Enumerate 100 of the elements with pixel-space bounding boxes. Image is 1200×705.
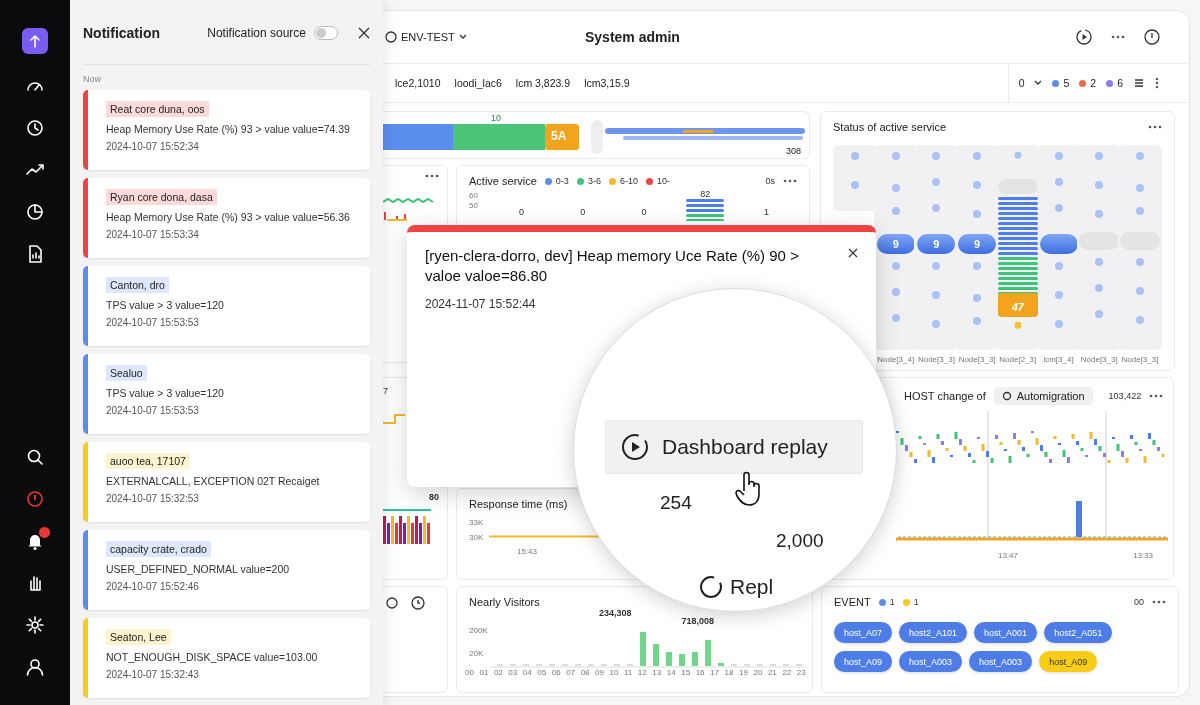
visitor-bar [704,640,711,666]
source-toggle[interactable] [314,26,338,40]
source-tag: Reat core duna, oos [106,101,209,117]
alert-time: 2024-10-07 15:53:53 [106,317,199,328]
value-label: 80 [429,492,439,502]
axis-tick: 07 [566,668,576,677]
line-drawing [383,414,405,424]
axis-tick: 09 [595,668,604,677]
node-label: Node[3_3] [917,355,955,364]
replay-icon [620,432,650,462]
alert-icon[interactable] [25,489,45,509]
axis-tick: 12 [637,668,647,677]
legend-label: 0-3 [555,176,569,186]
peak-label: 234,308 [599,608,632,620]
more-icon[interactable] [1152,600,1166,604]
legend-label: 10- [656,176,670,186]
axis-tick: 18 [724,668,734,677]
node-label: Node[3_4] [877,355,915,364]
event-chip[interactable]: host_A003 [899,651,963,672]
more-icon[interactable] [1111,35,1125,39]
status-count: 6 [1117,77,1123,89]
notification-card[interactable]: Sealuo TPS value > 3 value=120 2024-10-07 15:53:53 [83,354,370,434]
visitor-bar [678,654,685,666]
source-tag: capacity crate, crado [106,541,211,557]
alert-time: 2024-10-07 15:53:34 [106,229,199,240]
visitor-bar [691,652,698,666]
card-title: Nearly Visitors [469,596,541,608]
axis-tick: 06 [551,668,561,677]
source-tag: Canton, dro [106,277,169,293]
axis-tick: 15:43 [517,547,538,556]
event-chip[interactable]: host_A09 [834,651,893,672]
dashboard-replay-button[interactable]: Dashboard replay [605,420,863,474]
response-value: 254 [660,492,693,514]
axis-tick: 14 [666,668,676,677]
more-icon[interactable] [783,179,797,183]
pie-chart-icon[interactable] [25,202,45,222]
notification-card[interactable]: capacity crate, crado USER_DEFINED_NORMAL value=200 2024-10-07 15:52:46 [83,530,370,610]
card-title: Response time (ms) [469,498,568,510]
alert-time: 2024-10-07 15:32:53 [106,493,199,504]
search-icon[interactable] [25,447,45,467]
list-icon[interactable] [1133,77,1145,89]
replay-icon [698,574,724,600]
node-label: Node[3_3] [1080,355,1118,364]
event-chip[interactable]: host2_A051 [1044,622,1113,643]
status-count: 5 [1063,77,1070,89]
card-extra: 0s [765,176,775,186]
environment-selector[interactable]: ENV-TEST [401,31,455,43]
notification-card[interactable]: Reat core duna, oos Heap Memory Use Rate (%) 93 > value value=74.39 2024-10-07 15:52:34 [83,90,370,170]
card-title: HOST change of [904,390,986,402]
caret-icon[interactable] [458,34,467,40]
filter-tab[interactable]: loodi_lac6 [454,77,502,89]
event-chip[interactable]: host_A09 [1039,651,1098,672]
usage-total: 308 [785,146,801,156]
notification-card[interactable]: Seaton, Lee NOT_ENOUGH_DISK_SPACE value=103.00 2024-10-07 15:32:43 [83,618,370,698]
visitor-bar [652,644,659,666]
logo-icon[interactable] [22,28,48,54]
notification-card[interactable]: auoo tea, 17107 EXTERNALCALL, EXCEPTION 02T Recaiget 2024-10-07 15:32:53 [83,442,370,522]
axis-tick: 05 [537,668,547,677]
filter-tab[interactable]: lcm3,15.9 [584,77,630,89]
axis-tick: 13:33 [1132,551,1153,560]
total-value: 2,000 [776,530,825,552]
event-chip[interactable]: host_A07 [834,622,893,643]
event-chip[interactable]: host_A003 [969,651,1033,672]
visitor-bar [639,632,646,666]
axis-tick: 15 [681,668,691,677]
replay-icon[interactable] [1075,28,1093,46]
filter-tab[interactable]: lce2,1010 [395,77,441,89]
source-tag: Seaton, Lee [106,629,171,645]
more-icon[interactable] [1148,125,1162,129]
axis-tick: 10 [609,668,619,677]
counter-select[interactable]: 0 [1018,77,1025,89]
axis-tick: 03 [508,668,518,677]
stacked-bar [686,199,725,221]
legend-label: 3-6 [587,176,601,186]
event-chip[interactable]: host_A001 [974,622,1038,643]
more-vertical-icon[interactable] [1155,77,1159,89]
axis-tick: 50 [469,201,479,210]
axis-tick: 20 [753,668,763,677]
user-icon[interactable] [25,657,45,677]
legend-count: 1 [913,597,919,607]
axis-tick: 13 [652,668,662,677]
replay-label[interactable]: Repl [730,575,774,599]
axis-tick: 60 [469,191,479,200]
notification-card[interactable]: Canton, dro TPS value > 3 value=120 2024-10-07 15:53:53 [83,266,370,346]
settings-icon[interactable] [25,615,45,635]
more-icon[interactable] [425,174,439,178]
filter-tab[interactable]: lcm 3,823.9 [515,77,571,89]
bars-drawing [383,508,433,544]
more-icon[interactable] [1149,394,1164,398]
filter-chip[interactable]: Automigration [993,387,1093,405]
help-icon[interactable] [1143,28,1161,46]
notification-card[interactable]: Ryan core dona, dasa Heap Memory Use Rate (%) 93 > value value=56.36 2024-10-07 15:53:34 [83,178,370,258]
caret-icon[interactable] [1034,80,1043,86]
chip-label: Automigration [1016,390,1085,402]
clock-icon[interactable] [409,594,427,612]
close-icon[interactable] [848,248,858,258]
close-icon[interactable] [358,27,370,39]
event-chip[interactable]: host2_A101 [899,622,968,643]
clock-icon[interactable] [25,118,45,138]
alert-message: TPS value > 3 value=120 [106,387,224,399]
